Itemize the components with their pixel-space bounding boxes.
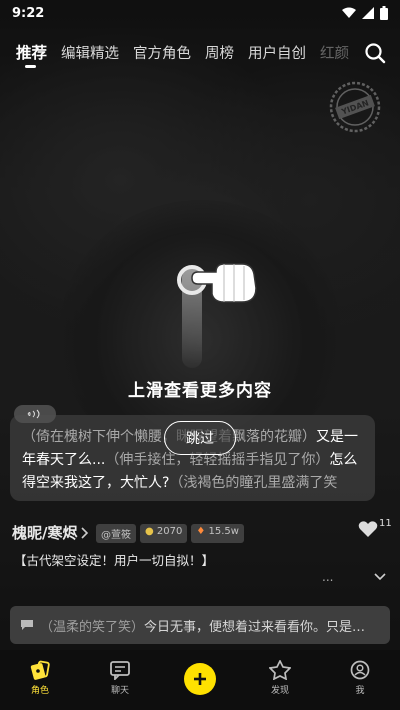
nav-profile[interactable]: 我 [320, 650, 400, 710]
tab-weekly-ranking[interactable]: 周榜 [205, 42, 234, 63]
nav-create[interactable] [160, 650, 240, 710]
message-action-3: （浅褐色的瞳孔里盛满了笑 [169, 475, 338, 491]
chat-bubble-icon [21, 620, 33, 630]
nav-chat[interactable]: 聊天 [80, 650, 160, 710]
chat-icon [110, 661, 130, 680]
like-button[interactable]: 11 [358, 518, 392, 538]
swipe-hint-text: 上滑查看更多内容 [128, 381, 272, 401]
star-icon [269, 660, 291, 680]
search-button[interactable] [360, 38, 390, 68]
more-text: ... [322, 570, 334, 584]
expand-description-chevron-icon[interactable] [374, 570, 386, 584]
fire-icon: ♦ [196, 526, 206, 537]
top-tabs: 推荐 编辑精选 官方角色 周榜 用户自创 红颜 [0, 34, 400, 70]
coin-icon: ● [145, 526, 154, 537]
profile-icon [350, 660, 370, 680]
tab-user-created[interactable]: 用户自创 [248, 42, 306, 63]
stat-badge-1: ● 2070 [140, 524, 188, 543]
character-cards-icon [30, 660, 50, 680]
plus-icon [194, 673, 206, 685]
chevron-right-icon [81, 526, 89, 539]
character-name-link[interactable]: 槐昵/寒烬 [12, 522, 89, 543]
character-name: 槐昵/寒烬 [12, 524, 78, 542]
nav-characters[interactable]: 角色 [0, 650, 80, 710]
nav-discover-label: 发现 [270, 686, 289, 696]
tab-editor-picks[interactable]: 编辑精选 [61, 42, 119, 63]
nav-discover[interactable]: 发现 [240, 650, 320, 710]
reply-suggestion-bar[interactable]: （温柔的笑了笑） 今日无事，便想着过来看看你。只是… [10, 606, 390, 644]
stamp-watermark: YIDAN [329, 81, 381, 133]
status-time: 9:22 [12, 5, 45, 21]
battery-icon [380, 6, 388, 20]
nav-profile-label: 我 [355, 686, 365, 696]
tab-official-characters[interactable]: 官方角色 [133, 42, 191, 63]
character-meta: @萱筱 ● 2070 ♦ 15.5w [96, 524, 244, 543]
skip-button[interactable]: 跳过 [164, 421, 236, 455]
voice-play-button[interactable] [14, 405, 56, 423]
status-bar: 9:22 [0, 0, 400, 26]
signal-icon [362, 7, 374, 19]
wifi-icon [342, 7, 356, 18]
status-icons [342, 6, 388, 20]
sound-wave-icon [27, 409, 40, 419]
tab-hongyan[interactable]: 红颜 [320, 42, 349, 63]
stat-badge-2: ♦ 15.5w [191, 524, 244, 543]
bottom-nav: 角色 聊天 发现 我 [0, 650, 400, 710]
tab-recommend[interactable]: 推荐 [16, 41, 47, 68]
heart-icon [358, 521, 378, 537]
nav-characters-label: 角色 [30, 686, 49, 696]
hand-pointer-icon [191, 263, 257, 303]
reply-text: 今日无事，便想着过来看看你。只是… [144, 619, 366, 635]
search-icon [365, 43, 386, 64]
author-badge[interactable]: @萱筱 [96, 524, 136, 543]
character-description: 【古代架空设定！用户一切自拟！】 [14, 553, 215, 568]
nav-chat-label: 聊天 [110, 686, 129, 696]
create-button[interactable] [184, 663, 216, 695]
like-count: 11 [379, 518, 392, 529]
reply-action: （温柔的笑了笑） [40, 619, 145, 635]
